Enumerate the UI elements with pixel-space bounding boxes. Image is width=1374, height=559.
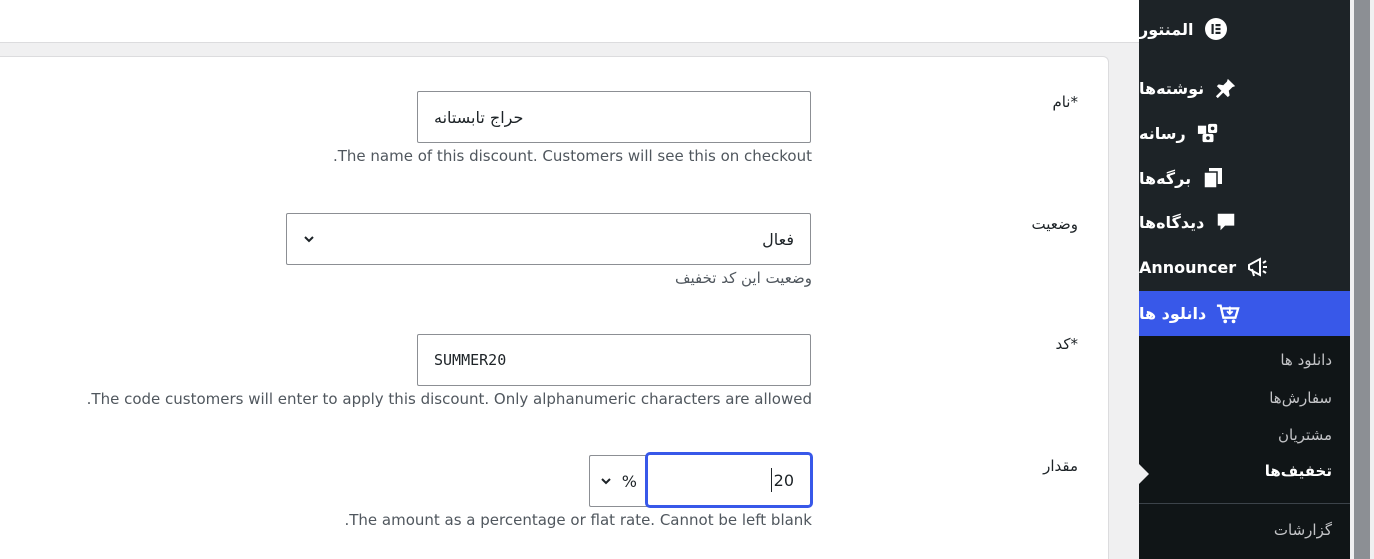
submenu-item-reports[interactable]: گزارشات — [1139, 512, 1350, 548]
submenu-item-orders[interactable]: سفارش‌ها — [1139, 380, 1350, 416]
submenu-item-discounts[interactable]: تخفیف‌ها — [1139, 453, 1350, 489]
sidebar-item-label: نوشته‌ها — [1139, 78, 1205, 98]
sidebar-item-posts[interactable]: نوشته‌ها — [1139, 66, 1350, 110]
sidebar-item-media[interactable]: رسانه — [1139, 111, 1350, 155]
scrollbar-thumb[interactable] — [1354, 0, 1370, 559]
chevron-down-icon — [304, 236, 314, 243]
code-input-value: SUMMER20 — [434, 351, 507, 369]
sidebar-item-label: دانلود ها — [1139, 304, 1207, 323]
name-hint: .The name of this discount. Customers wi… — [332, 147, 812, 165]
submenu-item-downloads[interactable]: دانلود ها — [1139, 342, 1350, 378]
pin-icon — [1214, 76, 1238, 100]
discount-form-card: نام* حراج تابستانه .The name of this dis… — [0, 56, 1109, 559]
sidebar-item-label: دیدگاه‌ها — [1139, 212, 1205, 232]
code-label: کد* — [1055, 335, 1078, 353]
megaphone-icon — [1246, 255, 1270, 279]
top-header-bar — [0, 0, 1139, 43]
elementor-icon — [1204, 17, 1228, 41]
code-hint: .The code customers will enter to apply … — [86, 390, 812, 408]
amount-input[interactable]: 20 — [646, 453, 812, 507]
sidebar-item-pages[interactable]: برگه‌ها — [1139, 156, 1350, 200]
submenu-divider — [1139, 503, 1350, 504]
status-select[interactable]: فعال — [286, 213, 811, 265]
amount-input-value: 20 — [773, 470, 794, 490]
sidebar-item-comments[interactable]: دیدگاه‌ها — [1139, 200, 1350, 244]
chevron-down-icon — [601, 478, 611, 485]
status-select-value: فعال — [762, 229, 794, 249]
sidebar-item-downloads[interactable]: دانلود ها — [1139, 291, 1350, 336]
submenu-item-customers[interactable]: مشتریان — [1139, 417, 1350, 453]
sidebar-item-label: المنتور — [1139, 19, 1194, 39]
name-input[interactable]: حراج تابستانه — [417, 91, 811, 143]
amount-hint: .The amount as a percentage or flat rate… — [344, 511, 812, 529]
pages-icon — [1201, 166, 1225, 190]
code-input[interactable]: SUMMER20 — [417, 334, 811, 386]
text-cursor — [770, 468, 772, 492]
name-input-value: حراج تابستانه — [434, 107, 524, 127]
amount-type-value: % — [621, 471, 637, 491]
sidebar-item-elementor[interactable]: المنتور — [1139, 7, 1350, 51]
status-label: وضعیت — [1031, 215, 1078, 233]
sidebar-item-label: برگه‌ها — [1139, 168, 1192, 188]
current-page-pointer — [1139, 464, 1149, 484]
media-icon — [1196, 121, 1220, 145]
amount-type-select[interactable]: % — [589, 455, 647, 507]
comment-icon — [1214, 210, 1238, 234]
amount-label: مقدار — [1043, 457, 1078, 475]
sidebar-item-label: رسانه — [1139, 123, 1186, 143]
sidebar-item-announcer[interactable]: Announcer — [1139, 245, 1350, 289]
sidebar-item-label: Announcer — [1139, 257, 1237, 277]
status-hint: وضعیت این کد تخفیف — [674, 269, 812, 287]
name-label: نام* — [1052, 93, 1078, 111]
cart-download-icon — [1216, 302, 1240, 326]
